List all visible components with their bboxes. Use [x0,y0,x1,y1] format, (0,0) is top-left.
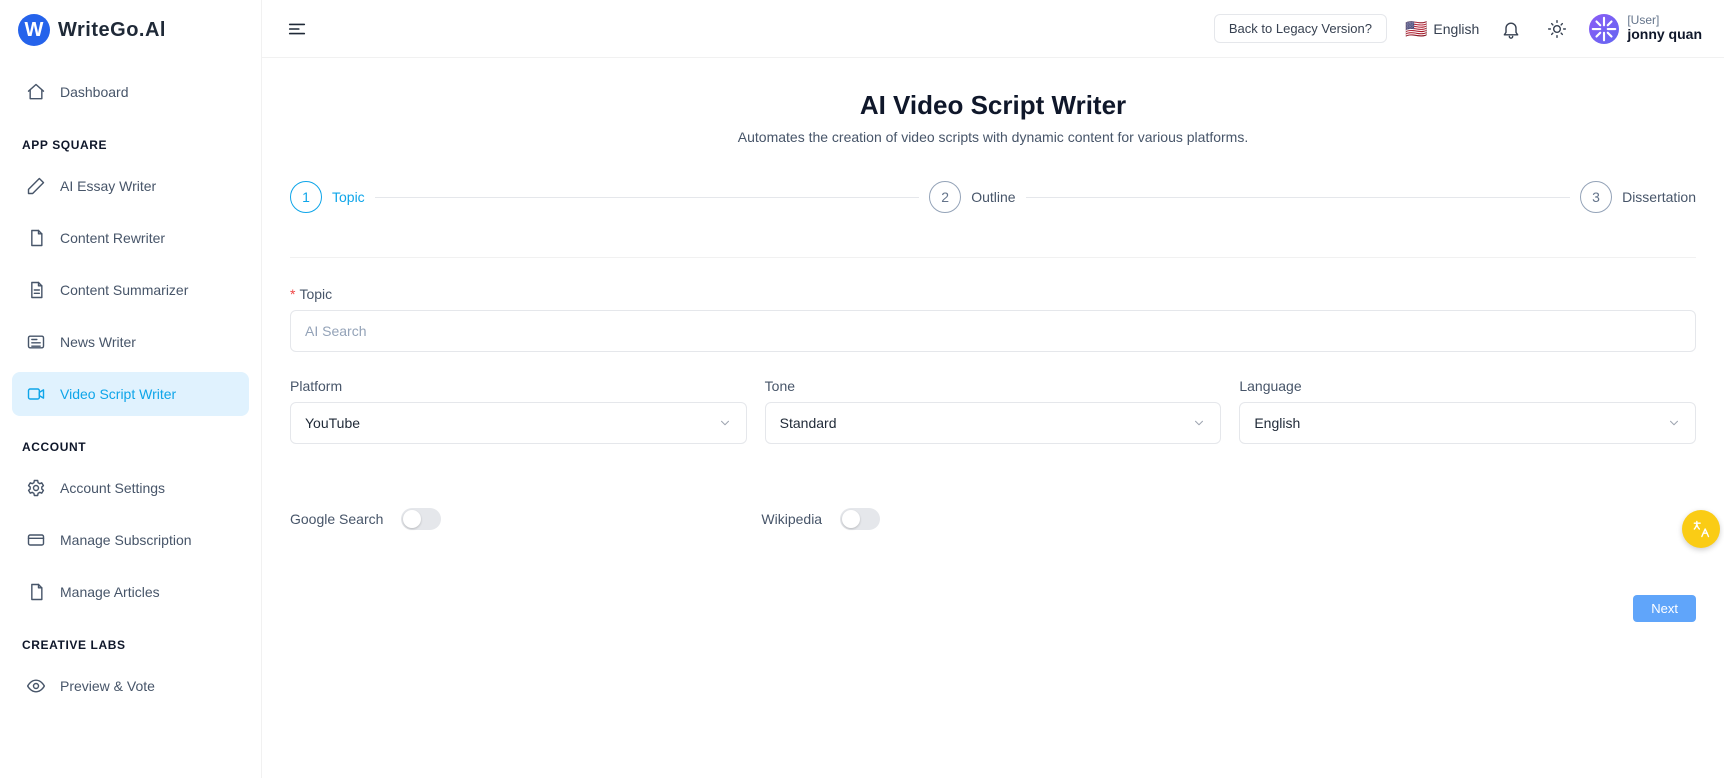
card-icon [26,530,46,550]
required-mark: * [290,286,295,302]
language-label: Language [1239,378,1696,394]
step-label: Dissertation [1622,189,1696,205]
sidebar-item-content-rewriter[interactable]: Content Rewriter [12,216,249,260]
stepper: 1 Topic 2 Outline 3 Dissertation [290,181,1696,213]
sidebar-item-label: AI Essay Writer [60,178,156,194]
content: AI Video Script Writer Automates the cre… [262,58,1724,778]
sidebar-item-manage-subscription[interactable]: Manage Subscription [12,518,249,562]
sidebar-item-label: Account Settings [60,480,165,496]
step-topic[interactable]: 1 Topic [290,181,365,213]
notifications-button[interactable] [1497,15,1525,43]
file-lines-icon [26,280,46,300]
file-icon [26,582,46,602]
avatar [1589,14,1619,44]
legacy-version-button[interactable]: Back to Legacy Version? [1214,14,1387,43]
sidebar-item-label: Manage Subscription [60,532,192,548]
google-search-label: Google Search [290,511,383,527]
platform-value: YouTube [305,415,360,431]
sparkle-icon [1589,14,1619,44]
sidebar-item-label: Manage Articles [60,584,160,600]
sidebar-item-preview-vote[interactable]: Preview & Vote [12,664,249,708]
theme-toggle[interactable] [1543,15,1571,43]
sidebar-item-dashboard[interactable]: Dashboard [12,70,249,114]
step-number: 2 [929,181,961,213]
google-search-toggle-wrap: Google Search [290,508,441,530]
help-fab[interactable] [1682,510,1720,548]
tone-label: Tone [765,378,1222,394]
sidebar-item-account-settings[interactable]: Account Settings [12,466,249,510]
step-outline[interactable]: 2 Outline [929,181,1015,213]
group-app-square: APP SQUARE [8,120,253,158]
sidebar-item-manage-articles[interactable]: Manage Articles [12,570,249,614]
topic-input[interactable] [290,310,1696,352]
divider [290,257,1696,258]
page-subtitle: Automates the creation of video scripts … [290,129,1696,145]
sidebar-item-label: Content Summarizer [60,282,188,298]
language-select[interactable]: English [1239,402,1696,444]
translate-icon [1691,519,1711,539]
home-icon [26,82,46,102]
logo-text: WriteGo.Al [58,19,166,42]
user-name: jonny quan [1627,27,1702,42]
logo[interactable]: W WriteGo.Al [8,14,253,64]
tone-value: Standard [780,415,837,431]
sidebar-item-content-summarizer[interactable]: Content Summarizer [12,268,249,312]
language-label: English [1433,21,1479,37]
gear-icon [26,478,46,498]
chevron-down-icon [1667,416,1681,430]
topic-label: *Topic [290,286,1696,302]
step-number: 3 [1580,181,1612,213]
header: Back to Legacy Version? 🇺🇸 English [User… [262,0,1724,58]
wikipedia-label: Wikipedia [761,511,822,527]
user-menu[interactable]: [User] jonny quan [1589,14,1702,44]
video-icon [26,384,46,404]
next-button[interactable]: Next [1633,595,1696,622]
step-number: 1 [290,181,322,213]
sidebar-toggle[interactable] [272,4,322,54]
newspaper-icon [26,332,46,352]
sidebar-item-label: Dashboard [60,84,129,100]
menu-icon [286,18,308,40]
tone-select[interactable]: Standard [765,402,1222,444]
sidebar-item-ai-essay-writer[interactable]: AI Essay Writer [12,164,249,208]
logo-badge-icon: W [18,14,50,46]
sidebar: W WriteGo.Al Dashboard APP SQUARE AI Ess… [0,0,262,778]
flag-icon: 🇺🇸 [1405,20,1427,38]
wikipedia-toggle[interactable] [840,508,880,530]
main: Back to Legacy Version? 🇺🇸 English [User… [262,0,1724,778]
chevron-down-icon [718,416,732,430]
sidebar-item-label: Preview & Vote [60,678,155,694]
sun-icon [1547,19,1567,39]
bell-icon [1501,19,1521,39]
step-divider [375,197,920,198]
step-divider [1026,197,1571,198]
google-search-toggle[interactable] [401,508,441,530]
step-label: Outline [971,189,1015,205]
sidebar-item-video-script-writer[interactable]: Video Script Writer [12,372,249,416]
group-creative-labs: CREATIVE LABS [8,620,253,658]
platform-label: Platform [290,378,747,394]
group-account: ACCOUNT [8,422,253,460]
step-label: Topic [332,189,365,205]
step-dissertation[interactable]: 3 Dissertation [1580,181,1696,213]
language-picker[interactable]: 🇺🇸 English [1405,20,1479,38]
wikipedia-toggle-wrap: Wikipedia [761,508,880,530]
eye-icon [26,676,46,696]
chevron-down-icon [1192,416,1206,430]
file-icon [26,228,46,248]
topic-label-text: Topic [299,286,332,302]
language-value: English [1254,415,1300,431]
sidebar-item-label: Video Script Writer [60,386,176,402]
sidebar-item-news-writer[interactable]: News Writer [12,320,249,364]
pen-icon [26,176,46,196]
page-title: AI Video Script Writer [290,90,1696,121]
sidebar-item-label: Content Rewriter [60,230,165,246]
sidebar-item-label: News Writer [60,334,136,350]
platform-select[interactable]: YouTube [290,402,747,444]
